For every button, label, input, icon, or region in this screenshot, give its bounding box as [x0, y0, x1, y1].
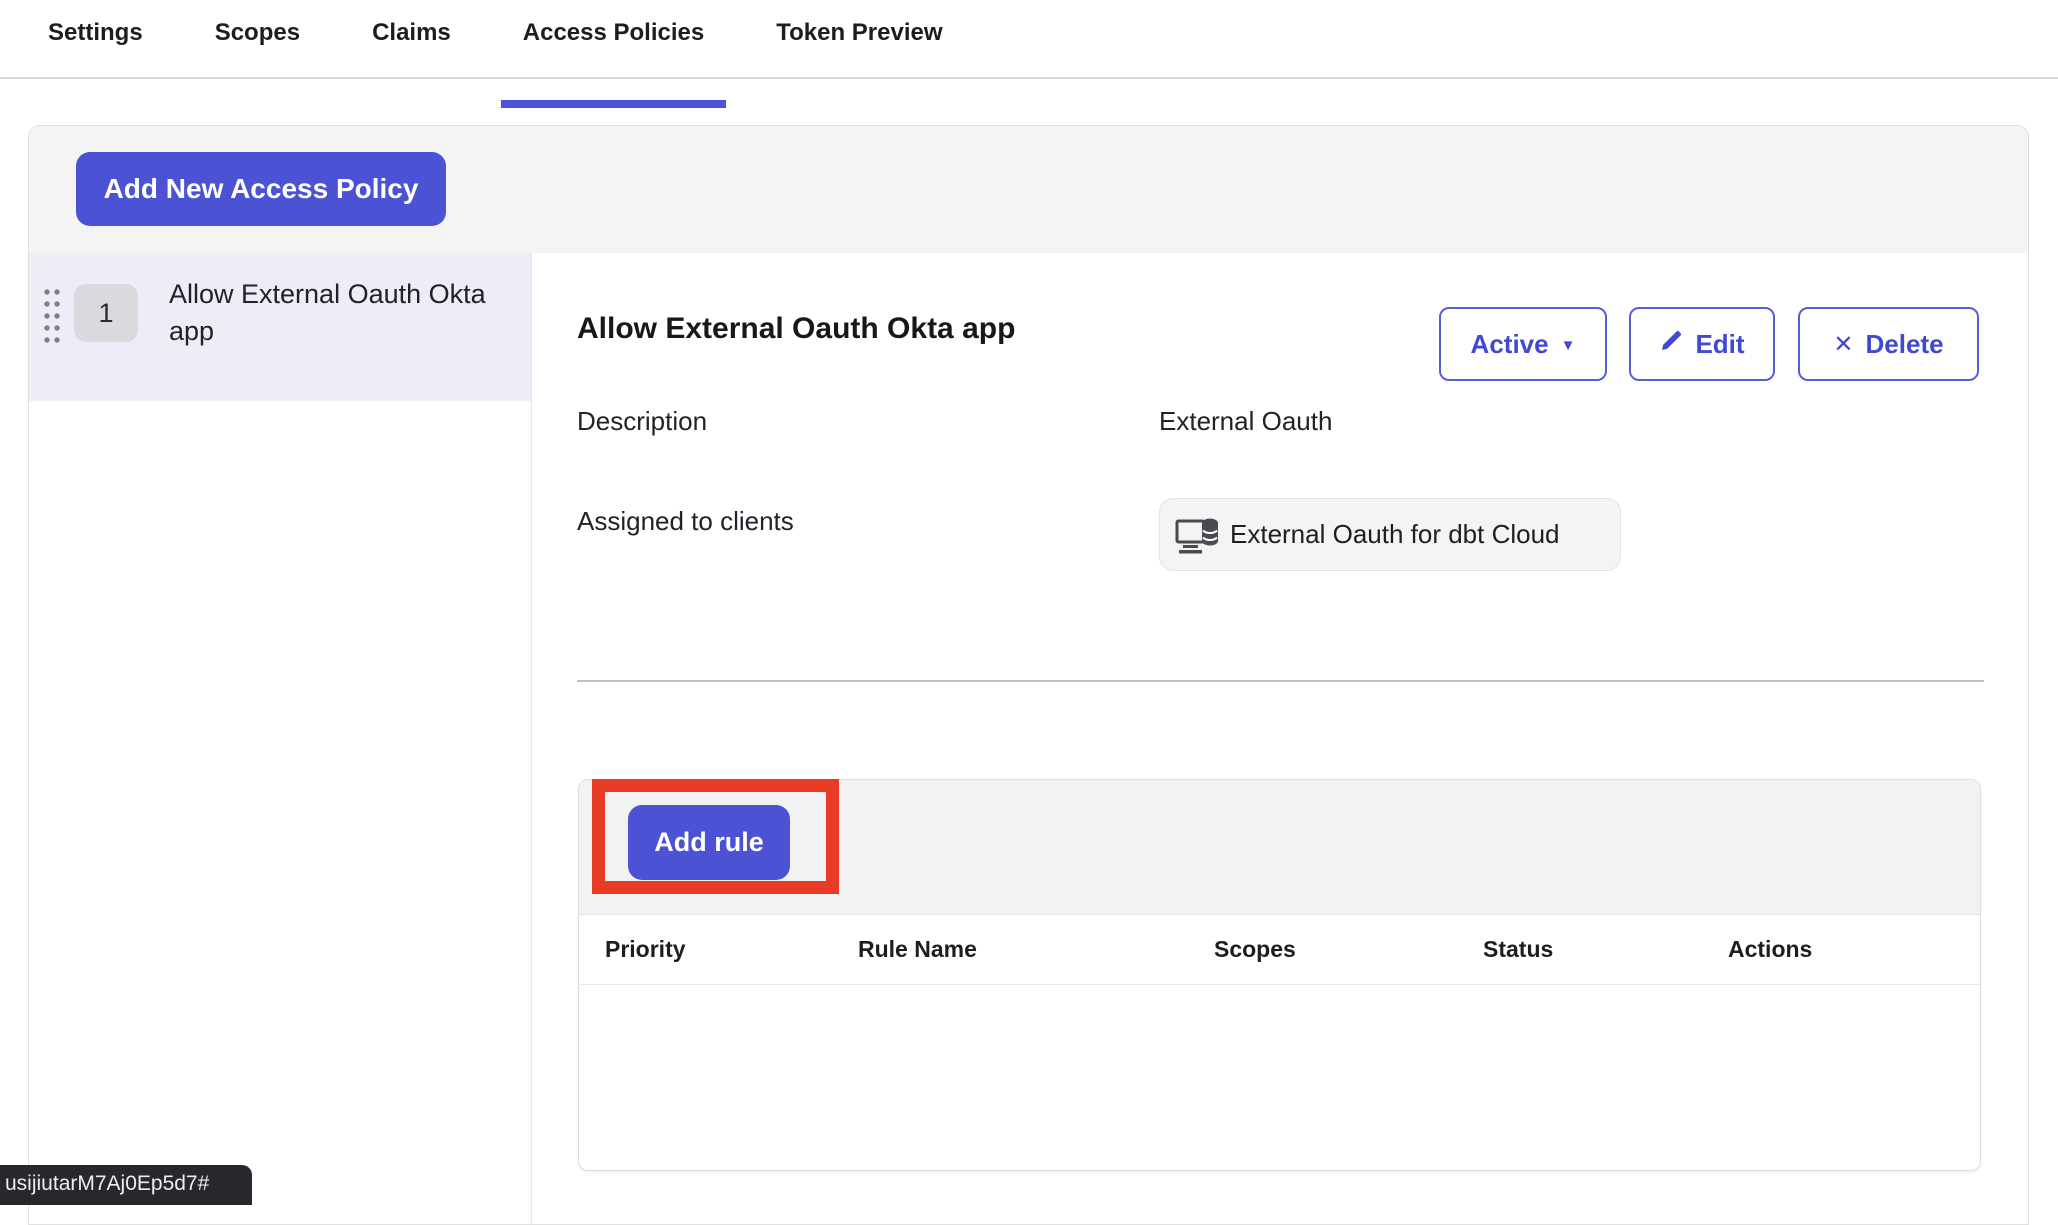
drag-handle-icon[interactable]: [43, 287, 63, 350]
access-policies-panel: Add New Access Policy 1: [28, 125, 2029, 1225]
status-url-tooltip: usijiutarM7Aj0Ep5d7#: [0, 1165, 252, 1205]
column-header-scopes: Scopes: [1214, 936, 1483, 963]
tab-access-policies[interactable]: Access Policies: [523, 18, 704, 77]
rules-table-header: Priority Rule Name Scopes Status Actions: [579, 915, 1980, 985]
column-header-actions: Actions: [1728, 936, 1812, 963]
tab-token-preview[interactable]: Token Preview: [776, 18, 942, 77]
column-header-rule-name: Rule Name: [858, 936, 1214, 963]
column-header-priority: Priority: [605, 936, 858, 963]
tab-scopes[interactable]: Scopes: [215, 18, 300, 77]
tab-bar: Settings Scopes Claims Access Policies T…: [0, 0, 2058, 79]
x-icon: ✕: [1833, 330, 1853, 359]
active-status-button[interactable]: Active ▼: [1439, 307, 1607, 381]
policy-priority-badge: 1: [74, 284, 138, 342]
pencil-icon: [1659, 329, 1683, 360]
add-rule-button[interactable]: Add rule: [628, 805, 790, 880]
tab-claims[interactable]: Claims: [372, 18, 451, 77]
panel-body: 1 Allow External Oauth Okta app Allow Ex…: [29, 253, 2028, 1224]
client-chip[interactable]: External Oauth for dbt Cloud: [1159, 498, 1621, 571]
policy-detail-panel: Allow External Oauth Okta app Active ▼ E…: [532, 253, 2028, 1224]
policy-list: 1 Allow External Oauth Okta app: [29, 253, 532, 1224]
description-field-value: External Oauth: [1159, 406, 1332, 437]
computer-icon: [1174, 514, 1220, 556]
panel-toolbar: Add New Access Policy: [29, 126, 2028, 253]
add-new-access-policy-button[interactable]: Add New Access Policy: [76, 152, 446, 226]
column-header-status: Status: [1483, 936, 1728, 963]
dropdown-arrow-icon: ▼: [1561, 337, 1576, 354]
edit-button[interactable]: Edit: [1629, 307, 1775, 381]
assigned-clients-field-label: Assigned to clients: [577, 506, 794, 537]
policy-title: Allow External Oauth Okta app: [577, 311, 1015, 347]
policy-item-name: Allow External Oauth Okta app: [169, 276, 489, 350]
tab-settings[interactable]: Settings: [48, 18, 143, 77]
rules-card: Add rule Priority Rule Name Scopes Statu…: [578, 779, 1981, 1171]
edit-button-label: Edit: [1695, 329, 1744, 360]
section-divider: [577, 680, 1984, 682]
rules-toolbar: Add rule: [579, 780, 1980, 915]
delete-button[interactable]: ✕ Delete: [1798, 307, 1979, 381]
description-field-label: Description: [577, 406, 707, 437]
client-chip-label: External Oauth for dbt Cloud: [1230, 519, 1560, 550]
active-status-label: Active: [1471, 329, 1549, 360]
delete-button-label: Delete: [1866, 329, 1944, 360]
policy-list-item[interactable]: 1 Allow External Oauth Okta app: [29, 253, 531, 401]
